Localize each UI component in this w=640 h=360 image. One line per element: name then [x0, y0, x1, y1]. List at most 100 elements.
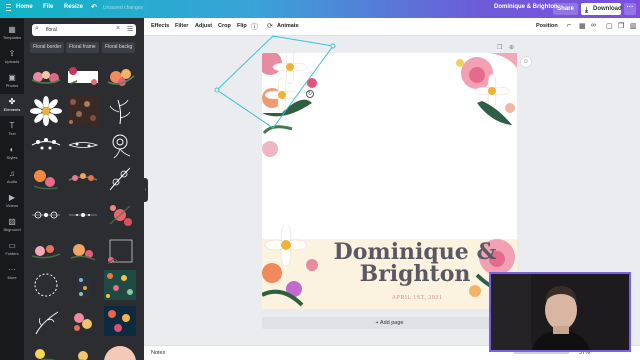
rail-label: Styles: [6, 155, 18, 160]
floral-lineart-thumb[interactable]: [30, 130, 62, 160]
zoom-slider[interactable]: [514, 352, 569, 354]
search-value: floral: [46, 27, 57, 33]
rail-item-photos[interactable]: ▣ Photos: [0, 70, 24, 92]
photos-icon: ▣: [8, 73, 16, 82]
top-bar: Home File Resize ↶ Unsaved changes Domin…: [0, 0, 640, 18]
undo-icon[interactable]: ↶: [91, 3, 97, 11]
background-icon: ▨: [8, 217, 16, 226]
rail-item-styles[interactable]: ◐ Styles: [0, 142, 24, 164]
home-button[interactable]: Home: [16, 4, 33, 10]
clear-icon[interactable]: ×: [116, 25, 120, 32]
rail-label: Templates: [2, 35, 22, 40]
add-page-button[interactable]: + Add page: [262, 317, 517, 329]
floral-pattern-thumb[interactable]: [67, 96, 99, 126]
download-icon: ⤓: [585, 7, 589, 14]
floral-lineart-thumb[interactable]: [104, 164, 136, 194]
templates-icon: ▦: [8, 25, 16, 34]
couple-names[interactable]: Dominique & Brighton: [310, 241, 517, 285]
floral-lineart-thumb[interactable]: [104, 130, 136, 160]
floral-element-thumb[interactable]: [30, 164, 62, 194]
menu-icon[interactable]: [6, 4, 14, 13]
rail-item-templates[interactable]: ▦ Templates: [0, 22, 24, 44]
selection-box[interactable]: [205, 28, 345, 138]
trash-icon[interactable]: ▥: [630, 22, 637, 30]
save-status: Unsaved changes: [103, 5, 144, 11]
circle-shape-thumb[interactable]: [104, 344, 136, 360]
floral-lineart-thumb[interactable]: [30, 306, 62, 336]
rail-label: Audio: [6, 179, 18, 184]
filter-icon[interactable]: ☰: [127, 25, 133, 33]
transparency-icon[interactable]: ▦: [579, 22, 586, 30]
file-menu[interactable]: File: [43, 4, 53, 10]
floral-element-thumb[interactable]: [67, 270, 99, 300]
floral-element-thumb[interactable]: [67, 62, 99, 92]
rail-item-background[interactable]: ▨ Bkground: [0, 214, 24, 236]
add-page-icon[interactable]: ⊕: [509, 44, 514, 51]
rail-item-uploads[interactable]: ⇪ Uploads: [0, 46, 24, 68]
floral-lineart-thumb[interactable]: [67, 200, 99, 230]
rail-label: Videos: [5, 203, 19, 208]
lock-icon[interactable]: ▢: [606, 22, 613, 30]
rail-item-text[interactable]: T Text: [0, 118, 24, 140]
chip-floral-border[interactable]: Floral border: [30, 42, 65, 53]
rotate-handle-icon[interactable]: ↻: [306, 90, 314, 98]
floral-element-thumb[interactable]: [67, 164, 99, 194]
floral-element-thumb[interactable]: [67, 236, 99, 266]
audio-icon: ♫: [9, 169, 15, 178]
search-input[interactable]: ⌕ floral × ☰: [32, 24, 136, 36]
comment-icon[interactable]: ☺: [520, 56, 532, 68]
presenter-video: [491, 274, 629, 350]
couple-name-line-1: Dominique &: [333, 239, 497, 265]
floral-lineart-thumb[interactable]: [104, 96, 136, 126]
rail-item-videos[interactable]: ▶ Videos: [0, 190, 24, 212]
rail-item-folders[interactable]: ▭ Folders: [0, 238, 24, 260]
rail-label: Photos: [5, 83, 19, 88]
resize-button[interactable]: Resize: [64, 4, 83, 10]
elements-panel: ⌕ floral × ☰ Floral border Floral frame …: [24, 18, 144, 360]
floral-lineart-thumb[interactable]: [30, 200, 62, 230]
notes-button[interactable]: Notes: [151, 350, 165, 356]
more-icon: ···: [8, 265, 16, 274]
paint-roller-icon[interactable]: ⌐: [567, 22, 571, 29]
floral-pattern-thumb[interactable]: [104, 270, 136, 300]
collapse-panel-handle[interactable]: ‹: [143, 178, 148, 202]
floral-element-thumb[interactable]: [104, 62, 136, 92]
rail-item-elements[interactable]: ✤ Elements: [0, 94, 24, 116]
search-icon: ⌕: [35, 25, 39, 32]
floral-element-thumb[interactable]: [30, 236, 62, 266]
floral-element-thumb[interactable]: [104, 200, 136, 230]
duplicate-page-icon[interactable]: ❐: [497, 44, 502, 51]
chip-floral-frame[interactable]: Floral frame: [66, 42, 99, 53]
floral-lineart-thumb[interactable]: [67, 130, 99, 160]
side-rail: ▦ Templates ⇪ Uploads ▣ Photos ✤ Elements TT…: [0, 18, 24, 360]
position-button[interactable]: Position: [536, 23, 558, 29]
link-icon[interactable]: ∞: [591, 22, 596, 29]
floral-element-thumb[interactable]: [30, 96, 62, 126]
filter-button[interactable]: Filter: [175, 23, 188, 29]
floral-wreath-thumb[interactable]: [30, 270, 62, 300]
floral-element-thumb[interactable]: [30, 62, 62, 92]
floral-element-thumb[interactable]: [30, 344, 62, 360]
folder-icon: ▭: [8, 241, 16, 250]
upload-icon: ⇪: [8, 49, 16, 58]
floral-pattern-thumb[interactable]: [104, 306, 136, 336]
duplicate-icon[interactable]: ❐: [618, 22, 624, 30]
couple-name-line-2: Brighton: [359, 261, 471, 287]
document-title[interactable]: Dominique & Brighton: [494, 4, 558, 10]
rail-item-more[interactable]: ··· More: [0, 262, 24, 284]
floral-frame-thumb[interactable]: [104, 236, 136, 266]
floral-element-thumb[interactable]: [67, 344, 99, 360]
download-label: Download: [593, 6, 622, 12]
share-button[interactable]: Share: [553, 3, 578, 15]
rail-item-audio[interactable]: ♫ Audio: [0, 166, 24, 188]
effects-button[interactable]: Effects: [151, 23, 169, 29]
wedding-date[interactable]: APRIL 1ST, 2021: [362, 295, 472, 301]
rail-label: More: [7, 275, 17, 280]
floral-element-thumb[interactable]: [67, 306, 99, 336]
download-button[interactable]: ⤓ Download: [581, 3, 622, 15]
elements-icon: ✤: [8, 97, 16, 106]
chip-floral-background[interactable]: Floral backg: [102, 42, 136, 53]
more-button[interactable]: ···: [624, 3, 636, 15]
videos-icon: ▶: [8, 193, 16, 202]
floral-cluster-top-right[interactable]: [432, 53, 517, 128]
